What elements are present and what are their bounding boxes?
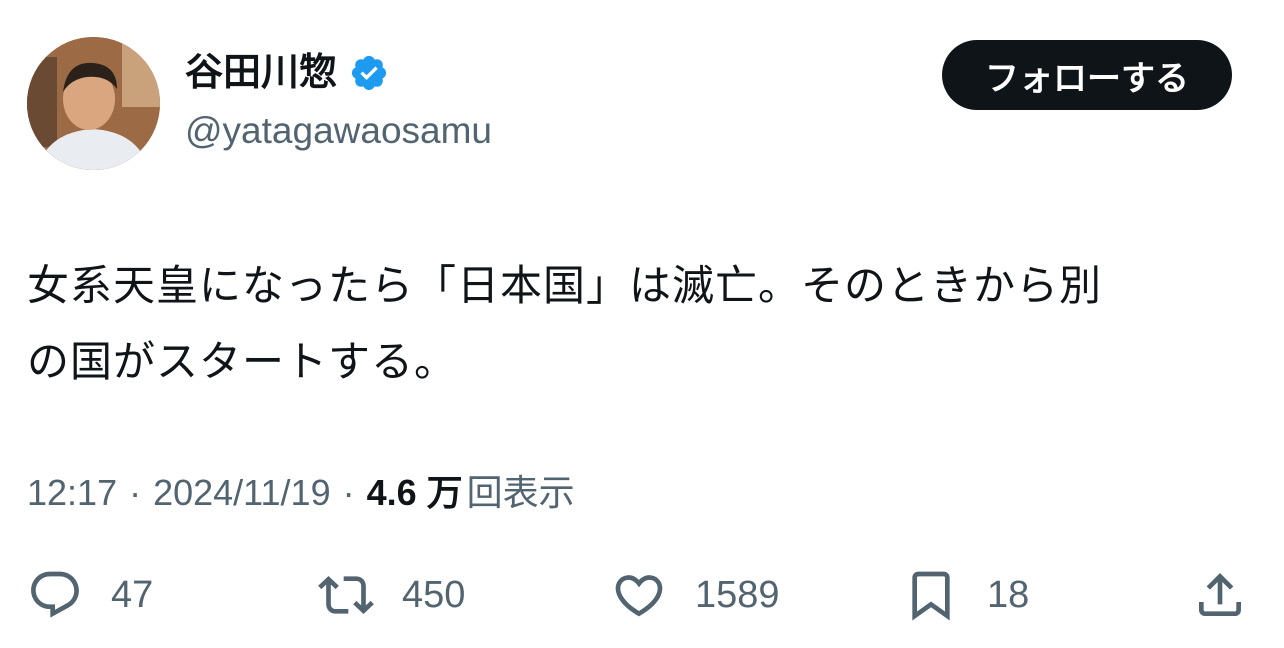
share-icon [1199,573,1241,616]
share-button[interactable] [1192,560,1248,630]
verified-icon [351,55,387,91]
repost-icon [318,576,374,614]
follow-button[interactable]: フォローする [942,40,1232,110]
tweet-text-line: 女系天皇になったら「日本国」は滅亡。そのときから別 [27,261,1103,310]
author-name-row: 谷田川惣 [185,50,389,96]
reply-count: 47 [111,573,154,616]
like-icon [615,575,663,617]
author-handle[interactable]: @yatagawaosamu [185,108,492,154]
tweet-text-line: の国がスタートする。 [27,337,458,386]
views-count: 4.6 万 [366,472,463,513]
tweet-date[interactable]: 2024/11/19 [153,470,331,516]
tweet-meta: 12:17 · 2024/11/19 · 4.6 万 回表示 [27,470,575,516]
bookmark-count: 18 [987,573,1030,616]
like-count: 1589 [695,573,780,616]
reply-button[interactable]: 47 [27,560,153,630]
bookmark-icon [912,571,950,621]
repost-button[interactable]: 450 [318,560,465,630]
repost-count: 450 [402,573,466,616]
meta-separator: · [342,472,355,513]
meta-separator: · [129,472,142,513]
views-label: 回表示 [466,472,575,513]
bookmark-button[interactable]: 18 [903,560,1029,630]
like-button[interactable]: 1589 [611,560,780,630]
tweet-text: 女系天皇になったら「日本国」は滅亡。そのときから別 の国がスタートする。 [27,248,1247,400]
display-name[interactable]: 谷田川惣 [185,50,337,96]
action-bar: 47 450 1589 18 [0,560,1284,630]
avatar[interactable] [27,37,160,170]
tweet-time[interactable]: 12:17 [27,470,117,516]
reply-icon [31,571,79,618]
